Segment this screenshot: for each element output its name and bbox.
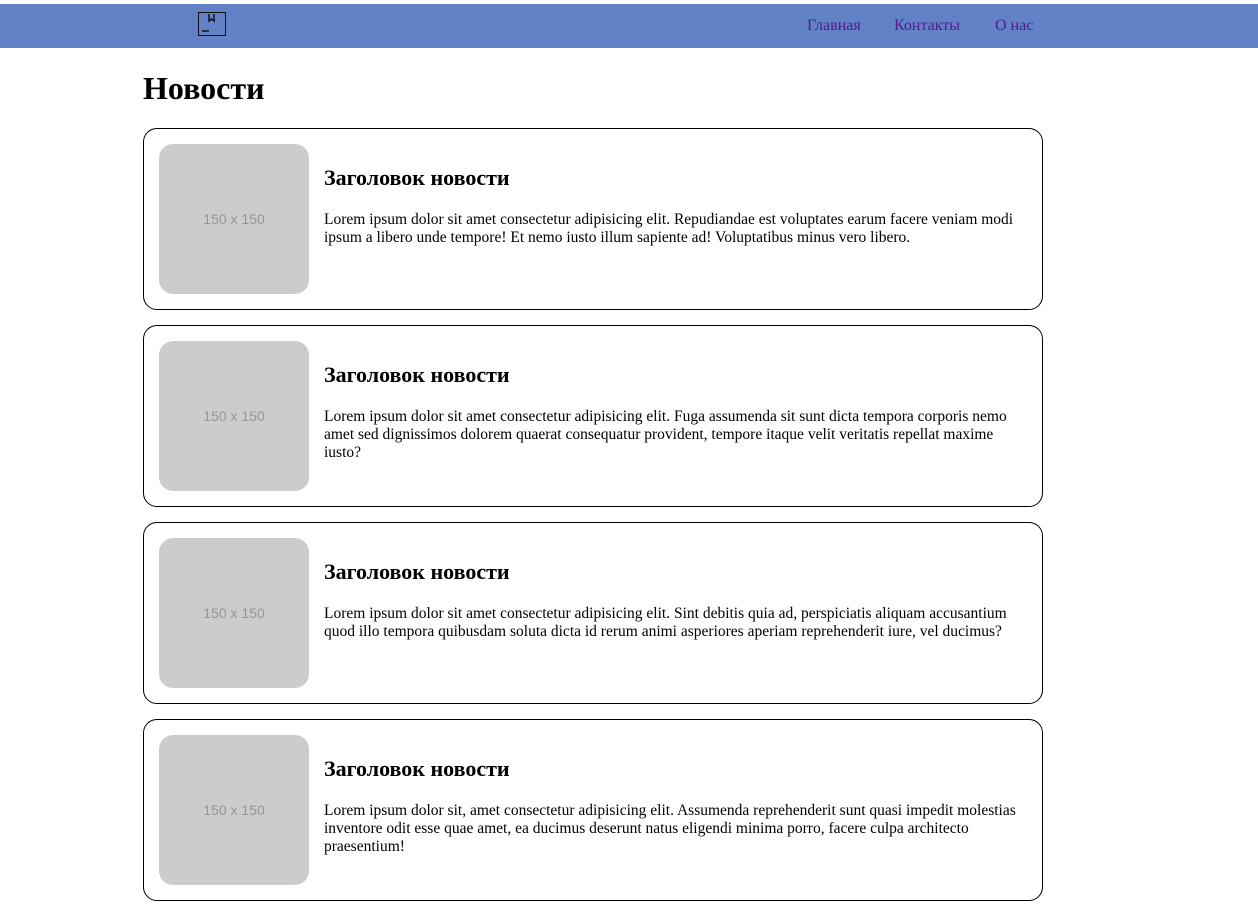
news-card[interactable]: 150 x 150 Заголовок новости Lorem ipsum … bbox=[143, 522, 1043, 704]
page-title: Новости bbox=[143, 70, 265, 106]
news-image-placeholder: 150 x 150 bbox=[159, 538, 309, 688]
news-card[interactable]: 150 x 150 Заголовок новости Lorem ipsum … bbox=[143, 128, 1043, 310]
news-card[interactable]: 150 x 150 Заголовок новости Lorem ipsum … bbox=[143, 325, 1043, 507]
news-text: Lorem ipsum dolor sit, amet consectetur … bbox=[324, 802, 1016, 855]
news-title[interactable]: Заголовок новости bbox=[324, 559, 510, 585]
nav-link-contacts[interactable]: Контакты bbox=[894, 17, 960, 35]
nav-link-home[interactable]: Главная bbox=[807, 17, 861, 35]
news-title[interactable]: Заголовок новости bbox=[324, 756, 510, 782]
top-navbar: Главная Контакты О нас bbox=[0, 4, 1258, 48]
bookmark-box-icon[interactable] bbox=[198, 12, 226, 36]
news-text: Lorem ipsum dolor sit amet consectetur a… bbox=[324, 211, 1014, 246]
news-image-placeholder: 150 x 150 bbox=[159, 735, 309, 885]
news-text: Lorem ipsum dolor sit amet consectetur a… bbox=[324, 408, 1007, 461]
news-title[interactable]: Заголовок новости bbox=[324, 362, 510, 388]
news-image-placeholder: 150 x 150 bbox=[159, 144, 309, 294]
news-image-placeholder: 150 x 150 bbox=[159, 341, 309, 491]
nav-link-about[interactable]: О нас bbox=[995, 17, 1033, 35]
news-text: Lorem ipsum dolor sit amet consectetur a… bbox=[324, 605, 1007, 640]
news-title[interactable]: Заголовок новости bbox=[324, 165, 510, 191]
news-card[interactable]: 150 x 150 Заголовок новости Lorem ipsum … bbox=[143, 719, 1043, 901]
